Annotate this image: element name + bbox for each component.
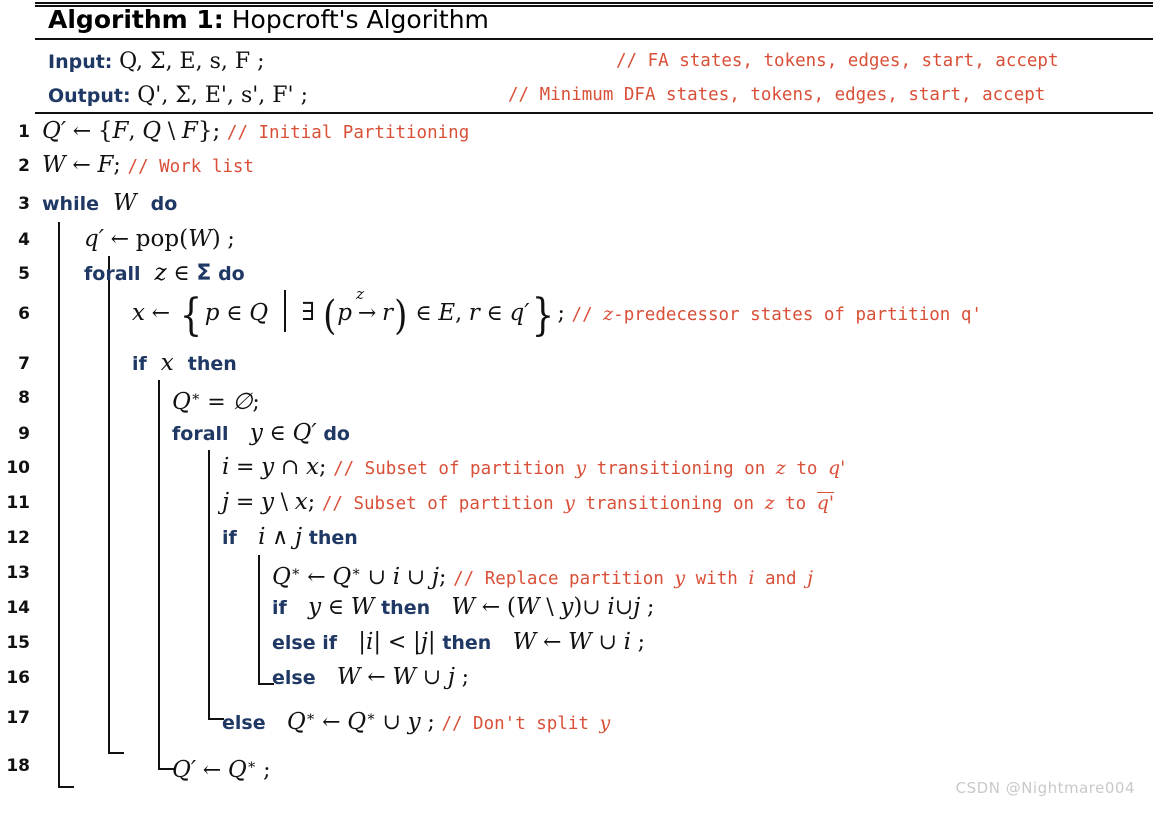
keyword-else-16: else	[272, 667, 316, 689]
comment-line-2: // Work list	[127, 157, 254, 177]
comment-13-pre: // Replace partition	[453, 568, 675, 589]
code-line-18: 18 Q′ ← Q∗ ;	[0, 748, 1153, 783]
comment-10-z: z	[775, 457, 786, 479]
algorithm-block: Algorithm 1: Hopcroft's Algorithm Input:…	[0, 0, 1153, 815]
line-number-5: 5	[18, 264, 30, 284]
code-line-2: 2 W ← F; // Work list	[0, 148, 1153, 182]
comment-11-qbar: q'	[816, 492, 835, 514]
line-number-11: 11	[6, 493, 30, 513]
keyword-if-7: if	[132, 353, 147, 375]
line-number-16: 16	[6, 668, 30, 688]
title-separator-rule	[35, 38, 1153, 40]
line-number-6: 6	[18, 304, 30, 324]
comment-6-post: -predecessor states of partition q'	[613, 305, 982, 325]
comment-line-6: // z-predecessor states of partition q'	[571, 303, 982, 325]
keyword-if-14: if	[272, 597, 287, 619]
keyword-then-14: then	[381, 597, 431, 619]
keyword-do-9: do	[323, 423, 350, 445]
comment-11-y: y	[564, 492, 575, 514]
output-value: Q', Σ, E', s', F' ;	[137, 83, 309, 108]
comment-17-pre: // Don't split	[441, 713, 600, 734]
output-line: Output: Q', Σ, E', s', F' ; // Minimum D…	[0, 78, 1153, 112]
line-number-9: 9	[18, 424, 30, 444]
line-number-12: 12	[6, 528, 30, 548]
comment-6-pre: //	[571, 305, 604, 325]
code-line-16: 16 else W ← W ∪ j ;	[0, 660, 1153, 694]
code-line-11: 11 j = y \ x; // Subset of partition y t…	[0, 485, 1153, 519]
keyword-else-17: else	[222, 711, 266, 734]
line-number-4: 4	[18, 230, 30, 250]
comment-11-mid: transitioning on	[574, 494, 765, 514]
line-number-3: 3	[18, 194, 30, 214]
keyword-while: while	[42, 193, 99, 215]
line-number-2: 2	[18, 156, 30, 176]
input-label: Input:	[48, 51, 113, 73]
comment-line-1: // Initial Partitioning	[226, 123, 470, 143]
keyword-forall-9: forall	[172, 423, 229, 445]
input-line: Input: Q, Σ, E, s, F ; // FA states, tok…	[0, 44, 1153, 78]
comment-line-11: // Subset of partition y transitioning o…	[321, 492, 835, 514]
code-line-12: 12 if i ∧ j then	[0, 520, 1153, 554]
code-line-3: 3 while W do	[0, 186, 1153, 220]
input-comment: // FA states, tokens, edges, start, acce…	[616, 51, 1059, 71]
comment-11-pre: // Subset of partition	[321, 494, 565, 514]
code-line-1: 1 Q′ ← {F, Q \ F}; // Initial Partitioni…	[0, 114, 1153, 148]
code-line-6: 6 x ← {p ∈ Q ∃ (p z → r) ∈ E, r ∈ q′}; // z…	[0, 285, 1153, 338]
code-line-5: 5 forall z ∈ Σ do	[0, 256, 1153, 290]
line-number-18: 18	[6, 756, 30, 776]
watermark: CSDN @Nightmare004	[955, 779, 1135, 797]
keyword-else-if-15: else if	[272, 632, 337, 654]
keyword-if-12: if	[222, 527, 237, 549]
comment-13-and: and	[754, 568, 808, 589]
comment-13-j: j	[807, 566, 814, 589]
comment-10-to: to	[785, 459, 828, 479]
comment-13-y: y	[674, 566, 686, 589]
code-line-17: 17 else Q∗ ← Q∗ ∪ y ; // Don't split y	[0, 700, 1153, 735]
line-number-13: 13	[6, 563, 30, 583]
comment-6-var: z	[603, 303, 614, 325]
comment-17-y: y	[599, 711, 611, 734]
comment-13-mid: with	[685, 568, 749, 589]
comment-line-10: // Subset of partition y transitioning o…	[333, 457, 846, 479]
output-label: Output:	[48, 85, 131, 107]
comment-10-mid: transitioning on	[586, 459, 776, 479]
keyword-do-5: do	[218, 263, 245, 285]
code-line-14: 14 if y ∈ W then W ← (W \ y)∪ i∪j ;	[0, 590, 1153, 624]
code-line-10: 10 i = y ∩ x; // Subset of partition y t…	[0, 450, 1153, 484]
keyword-then-12: then	[308, 527, 358, 549]
line-number-8: 8	[18, 388, 30, 408]
comment-10-pre: // Subset of partition	[333, 459, 576, 479]
line-number-15: 15	[6, 633, 30, 653]
code-line-8: 8 Q∗ = ∅;	[0, 380, 1153, 415]
code-line-9: 9 forall y ∈ Q′ do	[0, 416, 1153, 450]
keyword-forall-5: forall	[84, 263, 141, 285]
output-comment: // Minimum DFA states, tokens, edges, st…	[508, 85, 1046, 105]
algorithm-title-prefix: Algorithm 1:	[48, 5, 224, 34]
code-line-4: 4 q′ ← pop(W) ;	[0, 222, 1153, 256]
code-line-15: 15 else if |i| < |j| then W ← W ∪ i ;	[0, 625, 1153, 659]
comment-line-13: // Replace partition y with i and j	[453, 566, 814, 589]
comment-line-17: // Don't split y	[441, 711, 611, 734]
keyword-then-15: then	[442, 632, 492, 654]
line-number-10: 10	[6, 458, 30, 478]
comment-10-y: y	[575, 457, 587, 479]
keyword-do-3: do	[150, 193, 178, 215]
line-number-1: 1	[18, 122, 30, 142]
algorithm-title-text: Hopcroft's Algorithm	[231, 5, 489, 34]
line-number-14: 14	[6, 598, 30, 618]
line-number-17: 17	[6, 708, 30, 728]
comment-11-z: z	[764, 492, 775, 514]
input-value: Q, Σ, E, s, F ;	[119, 49, 265, 74]
line-number-7: 7	[18, 354, 30, 374]
code-line-13: 13 Q∗ ← Q∗ ∪ i ∪ j; // Replace partition…	[0, 555, 1153, 590]
algorithm-title: Algorithm 1: Hopcroft's Algorithm	[48, 5, 489, 35]
comment-10-q: q'	[827, 457, 846, 479]
keyword-then-7: then	[187, 353, 237, 375]
comment-11-to: to	[774, 494, 817, 514]
code-line-7: 7 if x then	[0, 346, 1153, 380]
